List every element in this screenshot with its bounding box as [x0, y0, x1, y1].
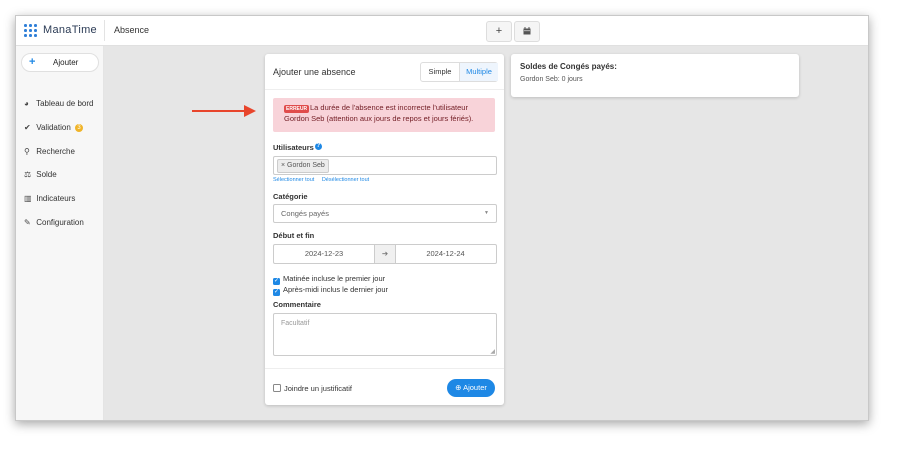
- app-grid-icon[interactable]: [23, 23, 37, 37]
- submit-add-button[interactable]: ⊕ Ajouter: [447, 379, 495, 397]
- users-multiselect[interactable]: × Gordon Seb: [273, 156, 497, 175]
- sidebar-item-validation[interactable]: ✔ Validation 3: [24, 123, 84, 132]
- error-message-line2: Gordon Seb (attention aux jours de repos…: [284, 114, 474, 123]
- category-label: Catégorie: [273, 192, 308, 201]
- attach-option[interactable]: Joindre un justificatif: [273, 384, 352, 393]
- wrench-icon: ✎: [24, 218, 31, 227]
- help-icon[interactable]: ?: [314, 143, 322, 150]
- sidebar: + Ajouter ◕ Tableau de bord ✔ Validation…: [16, 46, 104, 420]
- plus-icon: +: [495, 25, 503, 37]
- sidebar-item-label: Validation: [36, 123, 71, 132]
- category-value: Congés payés: [281, 209, 329, 218]
- add-toolbar-button[interactable]: +: [486, 21, 512, 42]
- users-label-text: Utilisateurs: [273, 143, 314, 152]
- plus-icon: +: [29, 56, 36, 68]
- error-tag: ERREUR: [284, 105, 310, 113]
- comment-label: Commentaire: [273, 300, 321, 309]
- card-footer: Joindre un justificatif ⊕ Ajouter: [265, 368, 504, 406]
- mode-toggle: Simple Multiple: [420, 62, 498, 82]
- annotation-arrow: [192, 105, 256, 117]
- app-window: ManaTime Absence + + Ajouter ◕ Tableau d…: [15, 15, 869, 421]
- header-divider: [265, 89, 504, 90]
- deselect-all-link[interactable]: Désélectionner tout: [322, 177, 369, 183]
- select-all-link[interactable]: Sélectionner tout: [273, 177, 314, 183]
- afternoon-option-label: Après-midi inclus le dernier jour: [283, 285, 389, 294]
- calendar-toolbar-button[interactable]: [514, 21, 540, 42]
- sidebar-item-search[interactable]: ⚲ Recherche: [24, 147, 75, 156]
- arrow-right-icon: ➔: [374, 245, 396, 263]
- balances-title: Soldes de Congés payés:: [520, 62, 617, 71]
- sidebar-item-label: Tableau de bord: [36, 99, 94, 108]
- card-title: Ajouter une absence: [273, 67, 356, 77]
- comment-textarea[interactable]: Facultatif ◢: [273, 313, 497, 356]
- balances-card: Soldes de Congés payés: Gordon Seb: 0 jo…: [511, 54, 799, 97]
- morning-checkbox[interactable]: ✓: [273, 278, 280, 285]
- users-label: Utilisateurs?: [273, 143, 322, 152]
- add-absence-card: Ajouter une absence Simple Multiple ERRE…: [265, 54, 504, 405]
- brand-name: ManaTime: [43, 24, 97, 36]
- toggle-simple[interactable]: Simple: [421, 63, 459, 81]
- selection-links: Sélectionner tout Désélectionner tout: [273, 177, 375, 183]
- toggle-multiple[interactable]: Multiple: [459, 63, 498, 81]
- start-date-input[interactable]: 2024-12-23: [274, 245, 374, 263]
- sidebar-item-balance[interactable]: ⚖ Solde: [24, 170, 57, 179]
- sidebar-item-label: Recherche: [36, 147, 75, 156]
- comment-placeholder: Facultatif: [281, 320, 310, 327]
- sidebar-item-indicators[interactable]: ▥ Indicateurs: [24, 194, 75, 203]
- sidebar-item-label: Configuration: [36, 218, 84, 227]
- resize-handle-icon[interactable]: ◢: [490, 348, 495, 355]
- attach-option-label: Joindre un justificatif: [284, 384, 352, 393]
- dashboard-icon: ◕: [24, 99, 29, 108]
- sidebar-item-configuration[interactable]: ✎ Configuration: [24, 218, 84, 227]
- submit-label: Ajouter: [463, 383, 487, 392]
- attach-checkbox[interactable]: [273, 384, 281, 392]
- chevron-down-icon: ▼: [484, 210, 489, 216]
- balance-icon: ⚖: [24, 170, 32, 179]
- search-icon: ⚲: [24, 147, 30, 156]
- sidebar-item-dashboard[interactable]: ◕ Tableau de bord: [24, 99, 93, 108]
- user-chip-label: Gordon Seb: [287, 162, 325, 169]
- sidebar-item-label: Solde: [36, 170, 57, 179]
- morning-option-label: Matinée incluse le premier jour: [283, 274, 386, 283]
- pending-count-badge: 3: [75, 123, 84, 132]
- sidebar-add-label: Ajouter: [53, 58, 79, 67]
- chart-icon: ▥: [24, 194, 32, 203]
- error-message-line1: La durée de l'absence est incorrecte l'u…: [310, 103, 468, 112]
- top-bar: ManaTime Absence +: [16, 16, 868, 46]
- balance-value: 0 jours: [561, 76, 583, 83]
- category-select[interactable]: Congés payés ▼: [273, 204, 497, 223]
- calendar-icon: [523, 27, 531, 35]
- breadcrumb: Absence: [114, 25, 150, 35]
- sidebar-add-button[interactable]: + Ajouter: [21, 53, 99, 72]
- end-date-input[interactable]: 2024-12-24: [395, 245, 496, 263]
- afternoon-option[interactable]: ✓ Après-midi inclus le dernier jour: [273, 285, 388, 296]
- date-range-picker: 2024-12-23 ➔ 2024-12-24: [273, 244, 497, 264]
- afternoon-checkbox[interactable]: ✓: [273, 289, 280, 296]
- check-icon: ✔: [24, 123, 31, 132]
- sidebar-item-label: Indicateurs: [36, 194, 76, 203]
- topbar-divider: [104, 20, 105, 41]
- balance-user: Gordon Seb: [520, 76, 558, 83]
- plus-circle-icon: ⊕: [455, 383, 464, 392]
- balance-entry: Gordon Seb: 0 jours: [520, 76, 583, 83]
- user-chip: × Gordon Seb: [277, 159, 329, 173]
- dates-label: Début et fin: [273, 231, 315, 240]
- morning-option[interactable]: ✓ Matinée incluse le premier jour: [273, 274, 385, 285]
- error-alert: ERREUR La durée de l'absence est incorre…: [273, 98, 495, 132]
